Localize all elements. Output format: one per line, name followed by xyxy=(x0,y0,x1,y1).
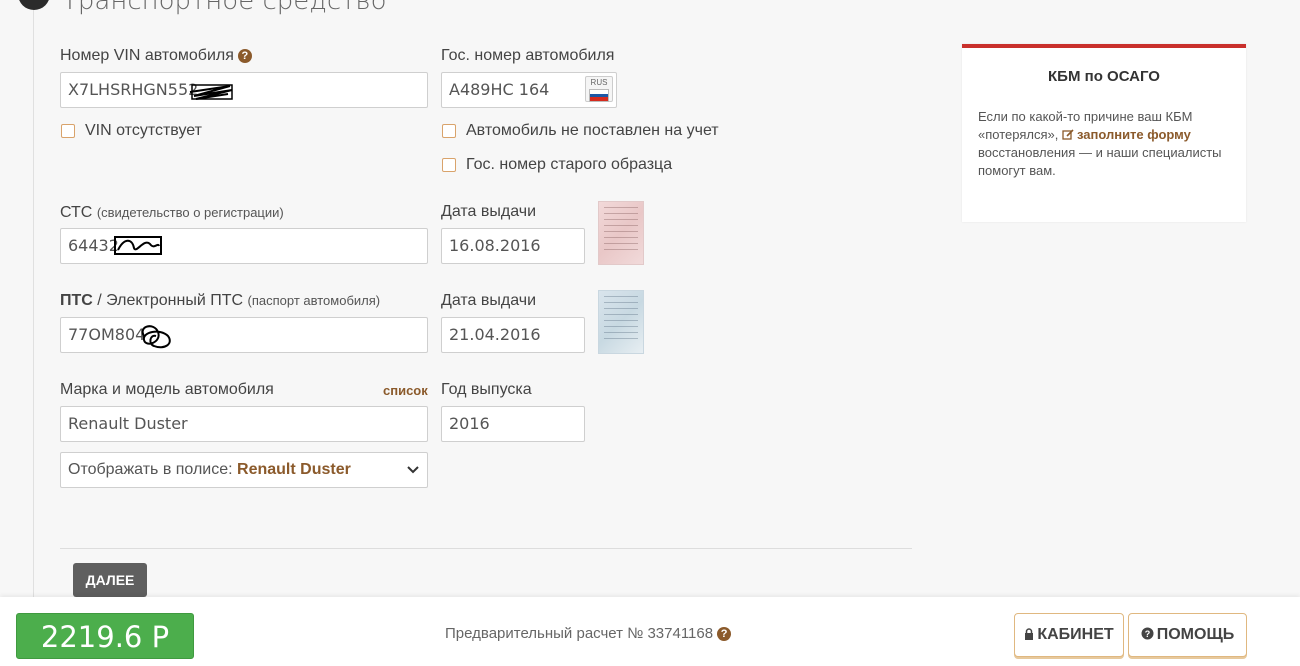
price-badge: 2219.6 Р xyxy=(16,613,194,659)
sts-date-label: Дата выдачи xyxy=(441,203,537,220)
plate-value: А489НС 164 xyxy=(449,80,550,99)
vin-label-text: Номер VIN автомобиля xyxy=(60,47,234,64)
year-label: Год выпуска xyxy=(441,381,532,398)
pts-date-input[interactable]: 21.04.2016 xyxy=(441,317,585,353)
redaction-scribble xyxy=(189,84,233,100)
sts-document-thumbnail[interactable] xyxy=(598,201,644,265)
year-value: 2016 xyxy=(449,414,490,433)
kbm-card-text-after: восстановления — и наши специалисты помо… xyxy=(978,145,1222,178)
country-code: RUS xyxy=(590,78,608,87)
pts-label-text: / Электронный ПТС xyxy=(92,292,244,309)
next-button[interactable]: ДАЛЕЕ xyxy=(73,563,147,597)
sts-date-input[interactable]: 16.08.2016 xyxy=(441,228,585,264)
model-list-link[interactable]: список xyxy=(383,383,428,398)
vin-input[interactable]: X7LHSRHGN552 xyxy=(60,72,428,108)
calc-text: Предварительный расчет № 33741168 xyxy=(445,625,714,642)
pts-label: ПТС / Электронный ПТС (паспорт автомобил… xyxy=(60,292,380,310)
russia-flag-icon: RUS xyxy=(585,76,613,102)
lock-icon xyxy=(1025,628,1034,640)
svg-text:?: ? xyxy=(1144,629,1150,639)
help-icon[interactable]: ? xyxy=(237,49,252,63)
chevron-down-icon xyxy=(407,466,419,474)
sts-label-hint: (свидетельство о регистрации) xyxy=(96,205,284,220)
kbm-card-title: КБМ по ОСАГО xyxy=(1048,68,1160,85)
pts-date-label: Дата выдачи xyxy=(441,292,537,309)
help-button[interactable]: ? ПОМОЩЬ xyxy=(1128,613,1247,657)
cabinet-button[interactable]: КАБИНЕТ xyxy=(1014,613,1124,657)
step-connector-line xyxy=(33,10,34,610)
sts-date-value: 16.08.2016 xyxy=(449,236,541,255)
pts-value: 77ОМ804 xyxy=(68,325,146,344)
kbm-card-text: Если по какой-то причине ваш КБМ «потеря… xyxy=(978,108,1228,180)
pts-input[interactable]: 77ОМ804 xyxy=(60,317,428,353)
pts-date-value: 21.04.2016 xyxy=(449,325,541,344)
model-input[interactable]: Renault Duster xyxy=(60,406,428,442)
flag xyxy=(589,89,609,102)
kbm-card: КБМ по ОСАГО Если по какой-то причине ва… xyxy=(962,44,1246,222)
year-input[interactable]: 2016 xyxy=(441,406,585,442)
help-label: ПОМОЩЬ xyxy=(1156,626,1235,643)
calc-info: Предварительный расчет № 33741168? xyxy=(445,625,732,642)
not-registered-label[interactable]: Автомобиль не поставлен на учет xyxy=(466,122,719,140)
vin-label: Номер VIN автомобиля? xyxy=(60,47,252,65)
pts-label-bold: ПТС xyxy=(60,292,93,309)
plate-label: Гос. номер автомобиля xyxy=(441,47,615,64)
redaction-scribble xyxy=(141,325,171,349)
model-value: Renault Duster xyxy=(68,414,188,433)
kbm-form-link-text: заполните форму xyxy=(1076,127,1191,142)
vin-absent-checkbox[interactable] xyxy=(61,124,75,138)
sts-label: СТС (свидетельство о регистрации) xyxy=(60,204,284,222)
policy-display-value: Renault Duster xyxy=(237,461,351,478)
pts-document-thumbnail[interactable] xyxy=(598,290,644,354)
step-number: 2 xyxy=(18,0,50,10)
section-title: Транспортное средство xyxy=(62,0,387,16)
vin-value: X7LHSRHGN552 xyxy=(68,80,199,99)
cabinet-label: КАБИНЕТ xyxy=(1037,626,1114,643)
model-label: Марка и модель автомобиля xyxy=(60,381,274,398)
redaction-scribble xyxy=(114,236,162,255)
old-format-label[interactable]: Гос. номер старого образца xyxy=(466,156,672,174)
pts-label-hint: (паспорт автомобиля) xyxy=(247,293,381,308)
kbm-form-link[interactable]: заполните форму xyxy=(1062,127,1191,142)
vin-absent-label[interactable]: VIN отсутствует xyxy=(85,122,202,140)
help-icon[interactable]: ? xyxy=(717,627,732,641)
sts-label-text: СТС xyxy=(60,204,93,221)
policy-display-select[interactable]: Отображать в полисе: Renault Duster xyxy=(60,452,428,488)
divider xyxy=(60,548,912,549)
edit-icon xyxy=(1062,129,1074,140)
old-format-checkbox[interactable] xyxy=(442,158,456,172)
policy-display-prefix: Отображать в полисе: xyxy=(68,461,238,478)
not-registered-checkbox[interactable] xyxy=(442,124,456,138)
question-circle-icon: ? xyxy=(1141,627,1154,640)
